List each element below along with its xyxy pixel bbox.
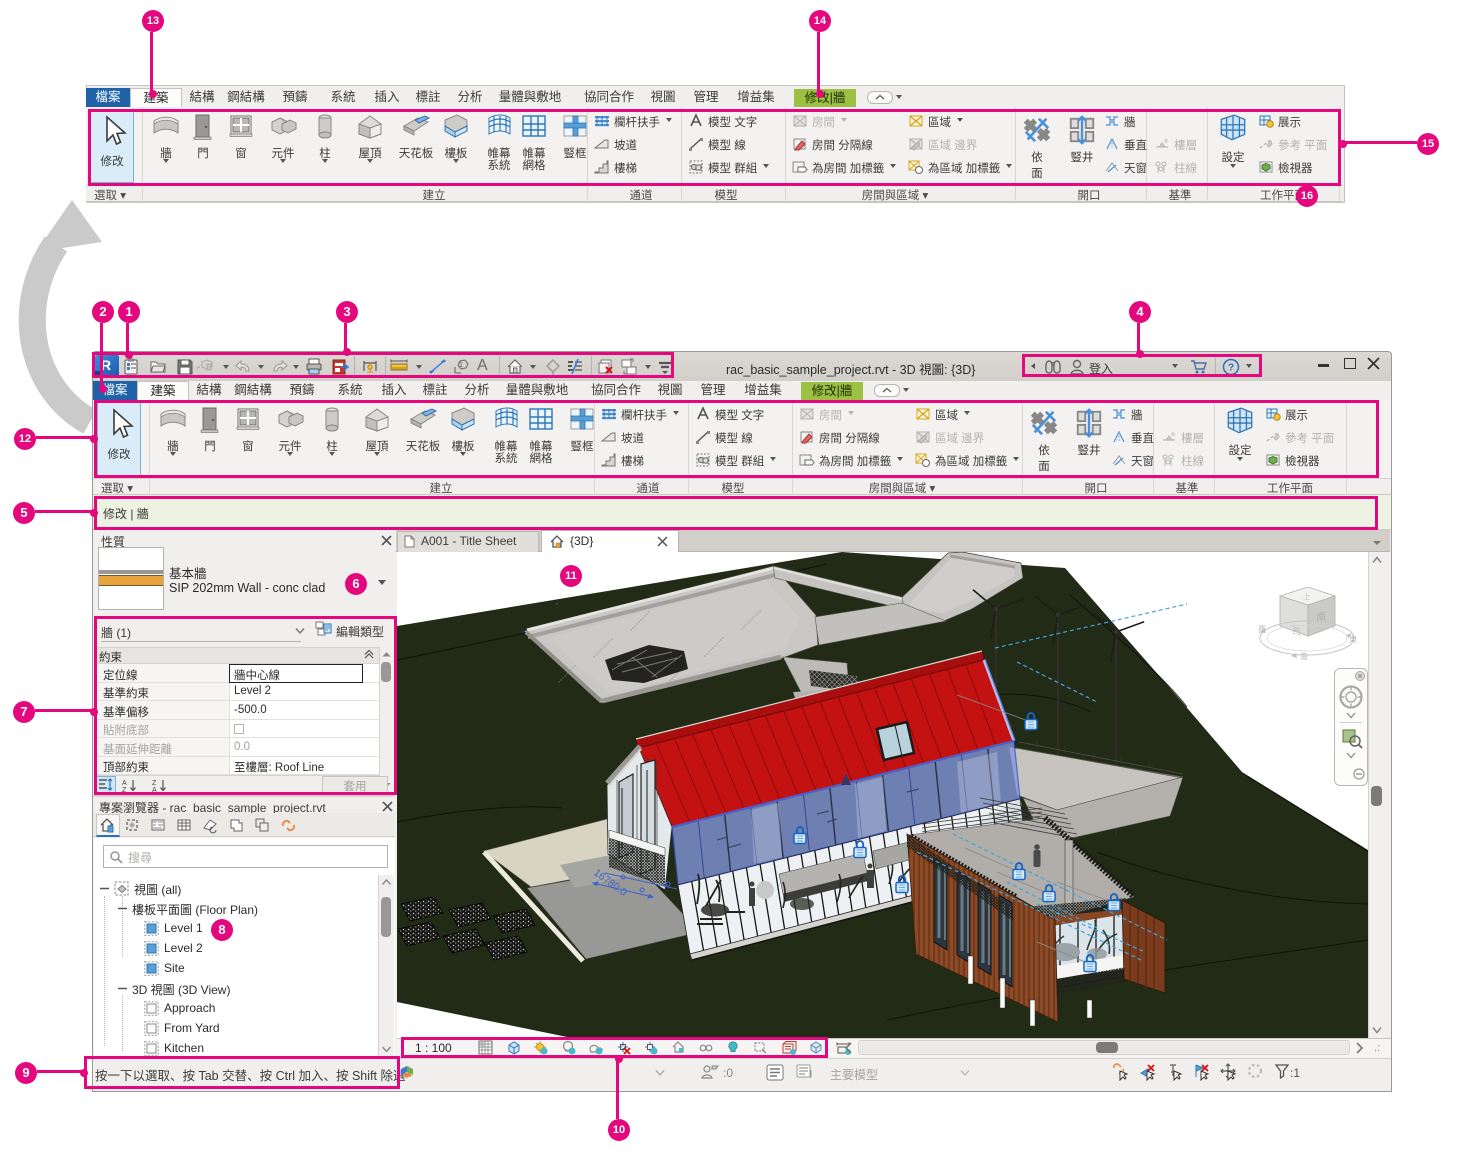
svg-text:南: 南 (1300, 651, 1308, 661)
svg-text:西: 西 (1292, 625, 1301, 638)
svg-text:上: 上 (1303, 592, 1311, 601)
